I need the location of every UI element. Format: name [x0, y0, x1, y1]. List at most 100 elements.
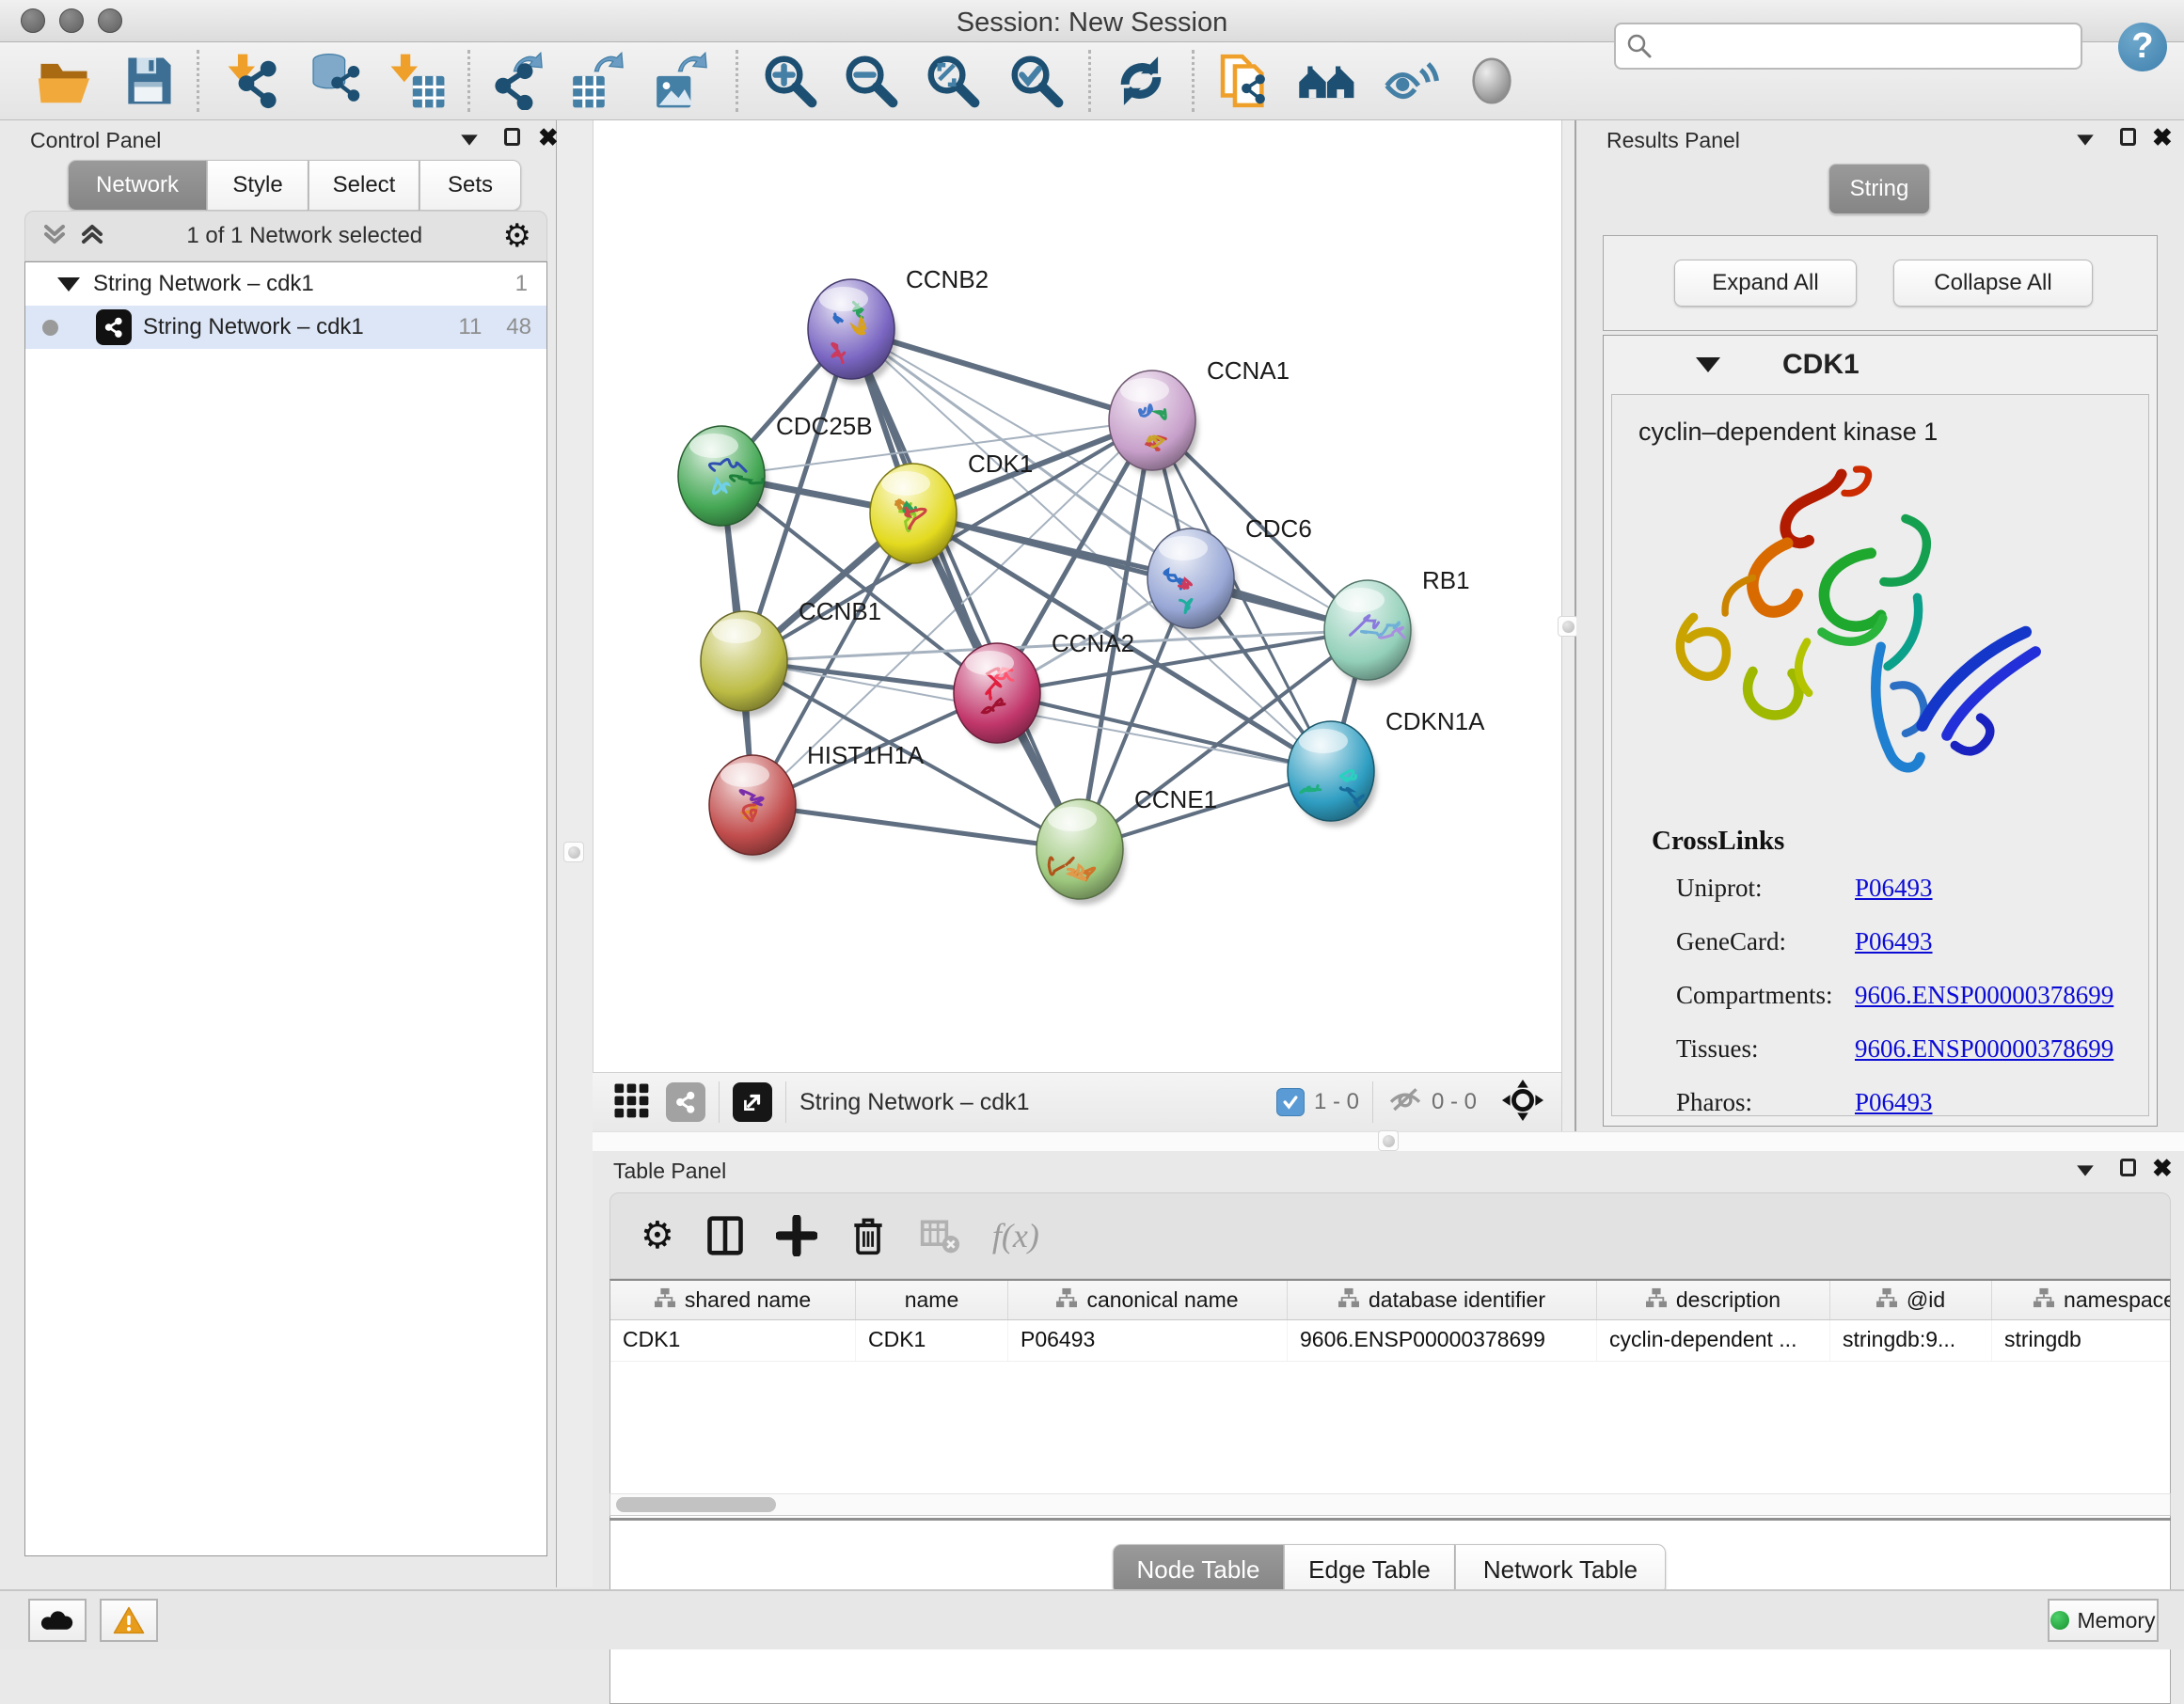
import-database-icon[interactable] — [305, 52, 363, 110]
open-folder-icon[interactable] — [35, 52, 93, 110]
tab-string[interactable]: String — [1828, 164, 1930, 214]
tab-edge-table[interactable]: Edge Table — [1284, 1544, 1455, 1595]
right-splitter-handle[interactable] — [1558, 616, 1578, 637]
create-column-plus-icon[interactable] — [776, 1215, 817, 1256]
tab-node-table[interactable]: Node Table — [1113, 1544, 1284, 1595]
control-panel-float-icon[interactable] — [504, 128, 520, 146]
protein-node-CCNE1[interactable]: CCNE1 — [1037, 785, 1217, 905]
table-row[interactable]: CDK1CDK1P064939606.ENSP00000378699cyclin… — [610, 1320, 2170, 1362]
control-panel-close-icon[interactable]: ✖ — [538, 128, 559, 147]
tab-network[interactable]: Network — [68, 160, 207, 211]
table-options-gear-icon[interactable]: ⚙ — [641, 1215, 674, 1256]
expand-all-chevrons-icon[interactable] — [40, 219, 69, 254]
network-canvas[interactable]: CCNB2CCNA1CDC25BCDK1CDC6RB1CCNB1CCNA2CDK… — [593, 120, 1561, 1072]
cloud-button[interactable] — [28, 1599, 87, 1642]
results-panel-collapse-icon[interactable] — [2077, 134, 2094, 145]
cell-namespace[interactable]: stringdb — [1992, 1320, 2171, 1361]
search-box[interactable] — [1614, 23, 2082, 70]
crosslink-value-link[interactable]: P06493 — [1855, 1088, 1933, 1117]
network-row-selected[interactable]: String Network – cdk1 11 48 — [25, 306, 546, 349]
cell-database-identifier[interactable]: 9606.ENSP00000378699 — [1288, 1320, 1597, 1361]
delete-column-trash-icon[interactable] — [847, 1215, 889, 1256]
column-header-canonical-name[interactable]: canonical name — [1008, 1281, 1288, 1319]
birdseye-crosshair-icon[interactable] — [1501, 1079, 1544, 1127]
edge-CCNB2-CCNE1[interactable] — [851, 329, 1080, 849]
protein-node-CDC6[interactable]: CDC6 — [1147, 514, 1312, 634]
results-panel-close-icon[interactable]: ✖ — [2152, 128, 2173, 147]
selected-checkbox-icon[interactable] — [1276, 1088, 1305, 1116]
search-input[interactable] — [1661, 33, 2071, 59]
crosslink-value-link[interactable]: P06493 — [1855, 874, 1933, 903]
results-panel-float-icon[interactable] — [2120, 128, 2136, 146]
crosslink-value-link[interactable]: P06493 — [1855, 927, 1933, 956]
export-image-icon[interactable] — [652, 52, 710, 110]
tab-sets[interactable]: Sets — [419, 160, 521, 211]
protein-node-HIST1H1A[interactable]: HIST1H1A — [709, 741, 925, 860]
tab-network-table[interactable]: Network Table — [1455, 1544, 1666, 1595]
show-graphics-details-icon[interactable] — [1381, 52, 1439, 110]
column-header-shared-name[interactable]: shared name — [610, 1281, 856, 1319]
export-network-icon[interactable] — [487, 52, 546, 110]
crosslink-value-link[interactable]: 9606.ENSP00000378699 — [1855, 1034, 2113, 1064]
protein-node-CCNB2[interactable]: CCNB2 — [808, 265, 989, 385]
refresh-layout-icon[interactable] — [1112, 52, 1170, 110]
detach-view-icon[interactable] — [733, 1082, 772, 1122]
import-table-icon[interactable] — [388, 52, 447, 110]
collapse-all-button[interactable]: Collapse All — [1893, 260, 2093, 307]
zoom-out-icon[interactable] — [842, 52, 900, 110]
share-view-icon[interactable] — [666, 1082, 705, 1122]
table-panel-float-icon[interactable] — [2120, 1159, 2136, 1176]
table-panel-close-icon[interactable]: ✖ — [2152, 1159, 2173, 1177]
left-splitter-handle[interactable] — [563, 842, 584, 862]
zoom-in-icon[interactable] — [761, 52, 819, 110]
warning-button[interactable] — [100, 1599, 158, 1642]
control-panel-collapse-icon[interactable] — [461, 134, 478, 145]
protein-node-RB1[interactable]: RB1 — [1324, 566, 1470, 686]
protein-collapse-triangle-icon[interactable] — [1696, 357, 1720, 372]
collapse-all-chevrons-icon[interactable] — [78, 219, 106, 254]
protein-node-CCNA1[interactable]: CCNA1 — [1109, 356, 1290, 476]
hidden-eye-slash-icon[interactable] — [1386, 1084, 1424, 1121]
network-collection-row[interactable]: String Network – cdk1 1 — [25, 262, 546, 306]
protein-node-CDC25B[interactable]: CDC25B — [678, 412, 873, 531]
protein-node-CDKN1A[interactable]: CDKN1A — [1288, 707, 1485, 827]
collection-expand-triangle-icon[interactable] — [57, 277, 80, 292]
horizontal-splitter-handle[interactable] — [1378, 1130, 1399, 1151]
tab-select[interactable]: Select — [309, 160, 419, 211]
cell-description[interactable]: cyclin-dependent ... — [1597, 1320, 1830, 1361]
column-header-description[interactable]: description — [1597, 1281, 1830, 1319]
function-builder-icon[interactable]: f(x) — [992, 1216, 1039, 1255]
horizontal-splitter[interactable] — [593, 1131, 2184, 1151]
left-splitter[interactable] — [557, 120, 593, 1587]
expand-all-button[interactable]: Expand All — [1674, 260, 1857, 307]
show-columns-icon[interactable] — [704, 1215, 746, 1256]
table-horizontal-scrollbar[interactable] — [609, 1493, 2171, 1516]
scrollbar-thumb[interactable] — [616, 1497, 776, 1512]
network-graph[interactable]: CCNB2CCNA1CDC25BCDK1CDC6RB1CCNB1CCNA2CDK… — [593, 120, 1562, 1072]
zoom-selected-icon[interactable] — [1007, 52, 1066, 110]
memory-button[interactable]: Memory — [2048, 1599, 2159, 1642]
birdseye-view-icon[interactable] — [1463, 52, 1521, 110]
delete-table-icon[interactable] — [919, 1215, 960, 1256]
column-header-database-identifier[interactable]: database identifier — [1288, 1281, 1597, 1319]
help-button[interactable]: ? — [2118, 23, 2167, 71]
houses-icon[interactable] — [1298, 52, 1356, 110]
cell--id[interactable]: stringdb:9... — [1830, 1320, 1992, 1361]
cell-name[interactable]: CDK1 — [856, 1320, 1008, 1361]
tab-style[interactable]: Style — [207, 160, 309, 211]
cell-shared-name[interactable]: CDK1 — [610, 1320, 856, 1361]
column-header--id[interactable]: @id — [1830, 1281, 1992, 1319]
network-options-gear-icon[interactable]: ⚙ — [503, 220, 531, 252]
import-network-icon[interactable] — [226, 52, 284, 110]
zoom-fit-icon[interactable] — [924, 52, 982, 110]
protein-card-header[interactable]: CDK1 — [1604, 336, 2157, 394]
cell-canonical-name[interactable]: P06493 — [1008, 1320, 1288, 1361]
column-header-name[interactable]: name — [856, 1281, 1008, 1319]
edge-HIST1H1A-CCNE1[interactable] — [752, 805, 1080, 849]
protein-node-CDK1[interactable]: CDK1 — [870, 450, 1033, 569]
column-header-namespace[interactable]: namespace — [1992, 1281, 2171, 1319]
export-table-icon[interactable] — [568, 52, 626, 110]
right-splitter[interactable] — [1561, 120, 1576, 1131]
clone-network-icon[interactable] — [1214, 52, 1273, 110]
grid-view-icon[interactable] — [611, 1081, 651, 1125]
